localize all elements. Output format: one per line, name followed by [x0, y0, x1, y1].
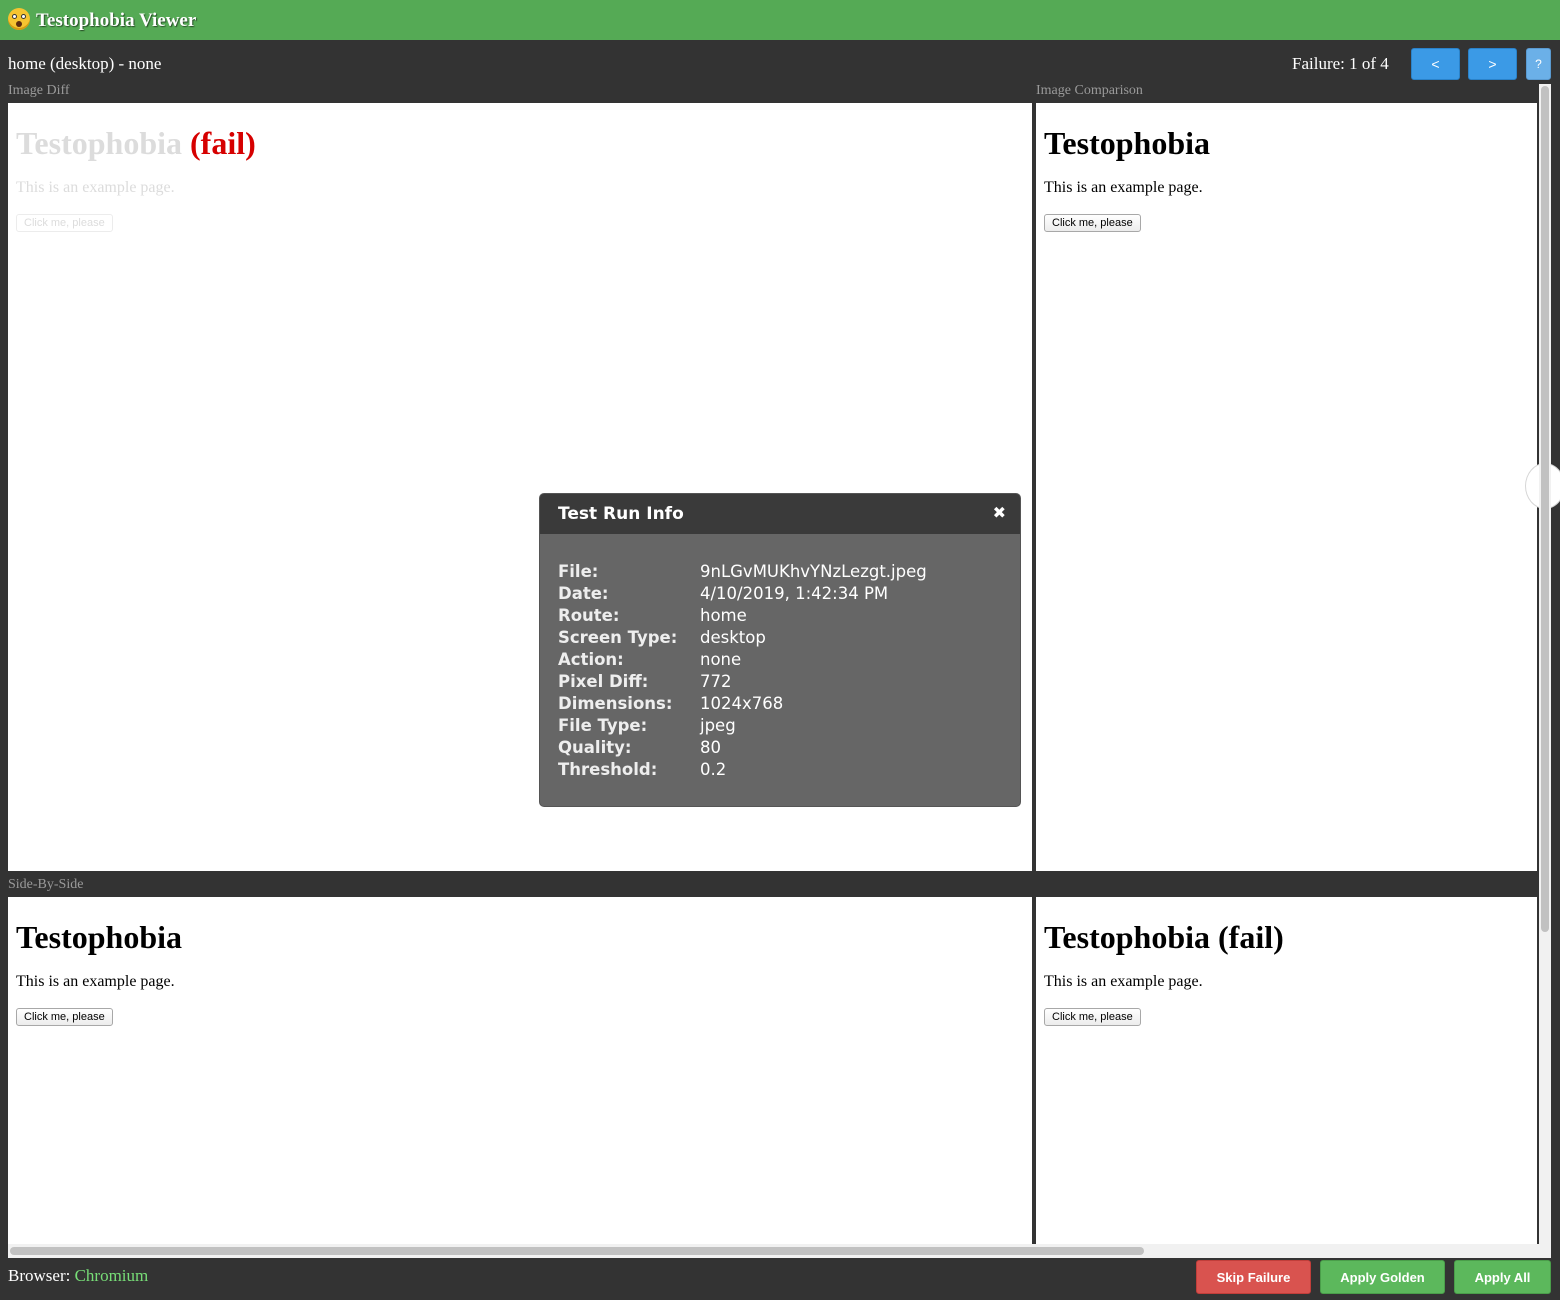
info-row-screen-type: Screen Type: desktop [558, 627, 927, 649]
apply-all-button[interactable]: Apply All [1454, 1260, 1551, 1294]
diff-page-button: Click me, please [16, 214, 113, 232]
test-page-button: Click me, please [1044, 1008, 1141, 1026]
screaming-face-icon [8, 8, 30, 30]
info-value: none [700, 650, 742, 669]
info-key: File Type: [558, 716, 648, 735]
apply-golden-button[interactable]: Apply Golden [1320, 1260, 1445, 1294]
info-value: home [700, 606, 747, 625]
golden-page-text: This is an example page. [16, 973, 175, 990]
comparison-page-button: Click me, please [1044, 214, 1141, 232]
info-value: 0.2 [700, 760, 727, 779]
test-page-title: Testophobia (fail) [1044, 919, 1284, 955]
info-value: jpeg [700, 716, 736, 735]
diff-fail-text: (fail) [190, 125, 256, 161]
side-by-side-golden-panel[interactable]: Testophobia This is an example page. Cli… [8, 897, 1032, 1244]
info-row-file-type: File Type: jpeg [558, 715, 927, 737]
app-title: Testophobia Viewer [36, 10, 197, 31]
image-diff-label: Image Diff [8, 83, 70, 98]
info-row-date: Date: 4/10/2019, 1:42:34 PM [558, 583, 927, 605]
dialog-header: Test Run Info ✖ [540, 494, 1020, 534]
info-row-pixel-diff: Pixel Diff: 772 [558, 671, 927, 693]
app-title-wrap: Testophobia Viewer [8, 8, 196, 32]
info-value: 772 [700, 672, 732, 691]
info-value: 4/10/2019, 1:42:34 PM [700, 584, 889, 603]
help-button[interactable]: ? [1526, 48, 1551, 80]
footer-bar: Browser: Chromium Skip Failure Apply Gol… [0, 1258, 1560, 1300]
info-value: 9nLGvMUKhvYNzLezgt.jpeg [700, 562, 927, 581]
info-value: 80 [700, 738, 721, 757]
info-row-quality: Quality: 80 [558, 737, 927, 759]
test-page-text: This is an example page. [1044, 973, 1203, 990]
dialog-title: Test Run Info [558, 504, 684, 524]
info-key: Threshold: [558, 760, 658, 779]
comparison-page-text: This is an example page. [1044, 179, 1203, 196]
app-topbar: Testophobia Viewer [0, 0, 1560, 40]
diff-page: Testophobia (fail) This is an example pa… [16, 103, 256, 232]
browser-label: Browser: Chromium [8, 1266, 148, 1286]
info-key: Action: [558, 650, 624, 669]
info-row-file: File: 9nLGvMUKhvYNzLezgt.jpeg [558, 561, 927, 583]
info-value: desktop [700, 628, 766, 647]
vertical-scrollbar[interactable] [1539, 84, 1551, 1244]
test-run-info-dialog: Test Run Info ✖ File: 9nLGvMUKhvYNzLezgt.… [539, 493, 1021, 807]
comparison-page-title: Testophobia [1044, 125, 1210, 161]
comparison-page: Testophobia This is an example page. Cli… [1044, 103, 1210, 232]
browser-prefix: Browser: [8, 1266, 71, 1285]
horizontal-scrollbar-thumb[interactable] [10, 1247, 1144, 1255]
info-row-action: Action: none [558, 649, 927, 671]
info-row-dimensions: Dimensions: 1024x768 [558, 693, 927, 715]
diff-page-title: Testophobia (fail) [16, 125, 256, 162]
horizontal-scrollbar[interactable] [8, 1244, 1551, 1258]
diff-title-text: Testophobia [16, 125, 182, 161]
previous-failure-button[interactable]: < [1411, 48, 1460, 80]
failure-counter: Failure: 1 of 4 [1292, 54, 1389, 73]
side-by-side-label: Side-By-Side [8, 877, 84, 892]
panel-divider [8, 871, 1537, 897]
info-key: Screen Type: [558, 628, 678, 647]
golden-page-button: Click me, please [16, 1008, 113, 1026]
info-row-threshold: Threshold: 0.2 [558, 759, 927, 781]
info-value: 1024x768 [700, 694, 784, 713]
image-comparison-label: Image Comparison [1036, 83, 1143, 98]
skip-failure-button[interactable]: Skip Failure [1196, 1260, 1311, 1294]
route-label: home (desktop) - none [8, 54, 162, 73]
test-page: Testophobia (fail) This is an example pa… [1044, 897, 1284, 1026]
info-key: Route: [558, 606, 620, 625]
info-row-route: Route: home [558, 605, 927, 627]
browser-name: Chromium [74, 1266, 149, 1285]
info-key: Dimensions: [558, 694, 673, 713]
image-comparison-panel[interactable]: Testophobia This is an example page. Cli… [1036, 103, 1537, 871]
info-key: Pixel Diff: [558, 672, 649, 691]
golden-page-title: Testophobia [16, 919, 182, 955]
info-key: Quality: [558, 738, 632, 757]
vertical-scrollbar-thumb[interactable] [1541, 86, 1549, 932]
side-by-side-test-panel[interactable]: Testophobia (fail) This is an example pa… [1036, 897, 1537, 1244]
close-icon[interactable]: ✖ [993, 503, 1006, 522]
info-key: File: [558, 562, 599, 581]
info-list: File: 9nLGvMUKhvYNzLezgt.jpeg Date: 4/10/2… [558, 561, 927, 781]
diff-page-text: This is an example page. [16, 179, 175, 196]
next-failure-button[interactable]: > [1468, 48, 1517, 80]
golden-page: Testophobia This is an example page. Cli… [16, 897, 182, 1026]
info-key: Date: [558, 584, 609, 603]
